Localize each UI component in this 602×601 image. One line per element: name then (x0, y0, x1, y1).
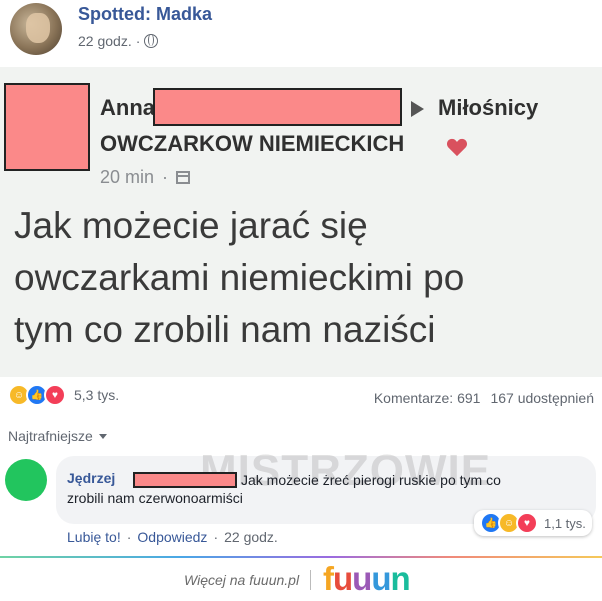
screenshot-time: 20 min (100, 167, 155, 187)
comment-reaction-count: 1,1 tys. (544, 515, 586, 531)
commenter-avatar[interactable] (5, 459, 47, 501)
like-comment-button[interactable]: Lubię to! (67, 529, 121, 545)
logo-letter: n (390, 560, 411, 597)
screenshot-meta: 20 min · (100, 167, 191, 188)
logo-letter: u (371, 560, 391, 597)
screenshot-author: Anna (100, 95, 155, 120)
comment-actions: Lubię to! · Odpowiedz · 22 godz. (67, 529, 278, 545)
comment-text-line: Jak możecie żreć pierogi ruskie po tym c… (241, 472, 501, 488)
logo-letter: u (333, 560, 353, 597)
post-meta: 22 godz. · (78, 33, 159, 49)
logo-letter: f (323, 560, 334, 597)
chevron-down-icon (98, 433, 107, 439)
logo-letter: u (352, 560, 372, 597)
screenshot-post-text: Jak możecie jarać się owczarkami niemiec… (14, 200, 594, 356)
dot-separator: · (126, 529, 132, 545)
watermark: MISTRZOWIE (200, 446, 492, 495)
redacted-name (153, 88, 402, 126)
heart-icon (446, 138, 468, 157)
group-name-line2: OWCZARKOW NIEMIECKICH (100, 131, 405, 156)
dot-separator: · (135, 33, 141, 49)
love-reaction-icon: ♥ (44, 384, 66, 406)
footer-divider (0, 556, 602, 558)
globe-icon (144, 34, 159, 48)
dot-separator: · (162, 167, 169, 187)
arrow-right-icon (411, 101, 424, 117)
group-name-line1: Miłośnicy (438, 95, 539, 120)
post-time[interactable]: 22 godz. (78, 33, 132, 49)
post-line: owczarkami niemieckimi po (14, 257, 465, 298)
fuuun-logo[interactable]: fuuun (323, 560, 411, 598)
sort-label: Najtrafniejsze (8, 428, 93, 444)
calendar-icon (176, 171, 191, 184)
reactions-summary[interactable]: ☺ 👍 ♥ 5,3 tys. (8, 384, 119, 406)
post-line: Jak możecie jarać się (14, 205, 368, 246)
comment-sort-dropdown[interactable]: Najtrafniejsze (8, 428, 107, 444)
reply-button[interactable]: Odpowiedz (137, 529, 207, 545)
comment-author-link[interactable]: Jędrzej (67, 470, 115, 486)
love-reaction-icon: ♥ (516, 512, 538, 534)
post-stats: Komentarze: 691 167 udostępnień (374, 390, 594, 406)
page-name-link[interactable]: Spotted: Madka (78, 4, 212, 25)
comment-reactions[interactable]: 👍 ☺ ♥ 1,1 tys. (474, 510, 592, 536)
post-line: tym co zrobili nam naziści (14, 309, 436, 350)
comments-count-link[interactable]: Komentarze: 691 (374, 390, 481, 406)
redacted-avatar (4, 83, 90, 171)
page-avatar[interactable] (10, 3, 62, 55)
shares-count-link[interactable]: 167 udostępnień (490, 390, 594, 406)
redacted-name (133, 472, 237, 488)
more-link[interactable]: Więcej na fuuun.pl (184, 572, 299, 588)
comment-time[interactable]: 22 godz. (224, 529, 278, 545)
reaction-count: 5,3 tys. (74, 387, 120, 403)
dot-separator: · (213, 529, 219, 545)
comment-text-line: zrobili nam czerwonoarmiści (67, 490, 243, 506)
footer-separator (310, 570, 311, 590)
